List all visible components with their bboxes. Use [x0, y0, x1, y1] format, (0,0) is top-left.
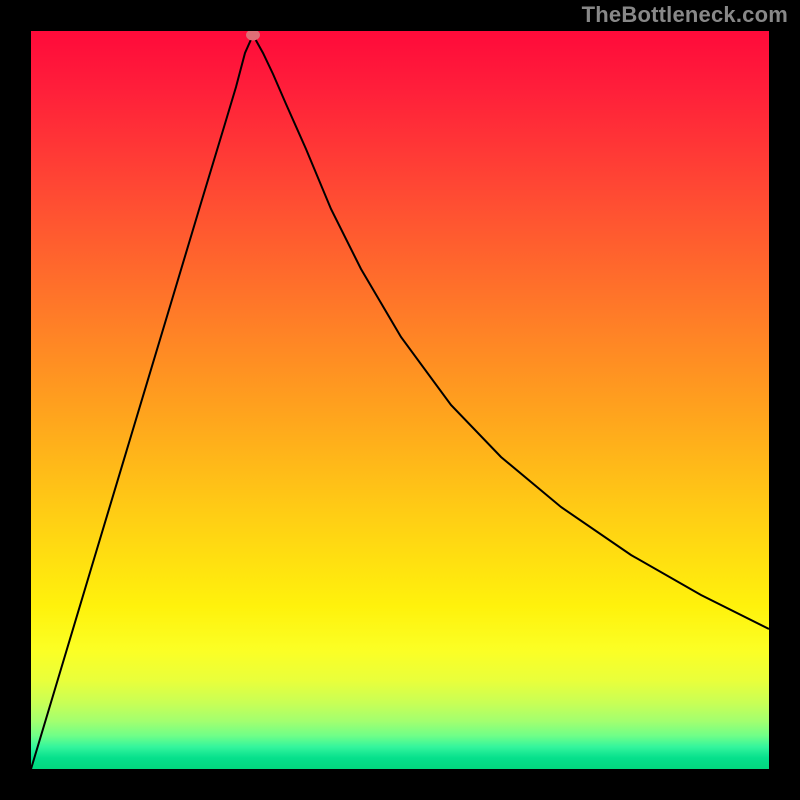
chart-frame: TheBottleneck.com	[0, 0, 800, 800]
bottleneck-curve	[31, 35, 769, 769]
watermark-text: TheBottleneck.com	[582, 2, 788, 28]
plot-area	[31, 31, 769, 769]
curve-svg	[31, 31, 769, 769]
